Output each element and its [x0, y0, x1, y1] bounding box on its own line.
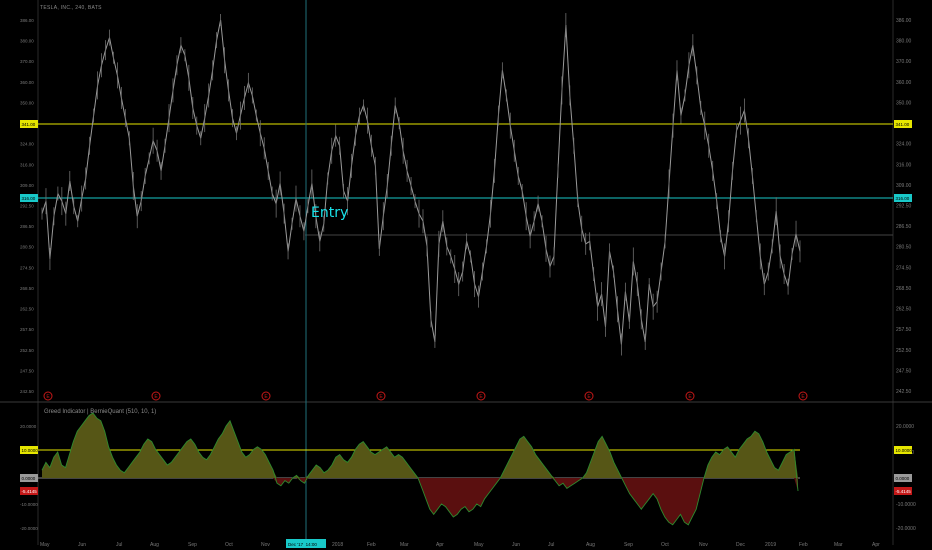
time-axis-tick: Dec	[736, 542, 745, 548]
time-axis-tick: Aug	[150, 542, 159, 548]
time-axis-tick: Apr	[436, 542, 444, 548]
time-axis-tick: Nov	[699, 542, 708, 548]
price-axis-tick-left: 268.50	[20, 286, 34, 291]
time-axis-tick: Mar	[834, 542, 843, 548]
fear-area	[42, 478, 798, 525]
indicator-value-tag-text: -5.4145	[22, 489, 38, 494]
indicator-axis-tick: -20.0000	[896, 526, 916, 532]
time-axis-tick: Feb	[799, 542, 808, 548]
price-axis-tick: 242.50	[896, 389, 912, 395]
indicator-value-tag-right-text: 10.0000	[896, 448, 913, 453]
price-axis-tick-left: 360.00	[20, 80, 34, 85]
time-axis-tick: Jun	[512, 542, 520, 548]
time-axis-tick: Oct	[661, 542, 669, 548]
time-axis-tick: Jul	[116, 542, 122, 548]
price-axis-tick-left: 292.50	[20, 204, 34, 209]
time-axis-tick: Feb	[367, 542, 376, 548]
time-axis-tick: May	[474, 542, 484, 548]
price-axis-tick-left: 242.50	[20, 389, 34, 394]
price-axis-tick-left: 252.50	[20, 348, 34, 353]
entry-annotation: Entry	[311, 205, 349, 221]
time-axis-tick: Sep	[624, 542, 633, 548]
indicator-axis-tick-left: -20.0000	[20, 526, 38, 531]
price-axis-tick-left: 257.50	[20, 327, 34, 332]
price-axis-tick: 360.00	[896, 80, 912, 86]
price-axis-tick: 280.50	[896, 245, 912, 251]
price-axis-tick: 350.00	[896, 100, 912, 106]
price-axis-tick-left: 274.50	[20, 265, 34, 270]
price-axis-tick: 252.50	[896, 348, 912, 354]
price-axis-tick: 257.50	[896, 327, 912, 333]
price-axis-tick-left: 247.50	[20, 368, 34, 373]
indicator-axis-tick-left: 20.0000	[20, 424, 37, 429]
greed-area	[42, 413, 798, 478]
indicator-value-tag-text: 0.0000	[22, 476, 36, 481]
time-axis-tick: Mar	[400, 542, 409, 548]
price-axis-tick: 262.50	[896, 307, 912, 313]
time-axis-tick: Aug	[586, 542, 595, 548]
time-axis-tick: Jun	[78, 542, 86, 548]
price-axis-tick-left: 286.50	[20, 224, 34, 229]
indicator-title: Greed Indicator | BernieQuant (510, 10, …	[44, 409, 157, 415]
price-axis-tick-left: 309.00	[20, 183, 34, 188]
price-axis-tick-left: 370.00	[20, 59, 34, 64]
price-axis-tick: 386.00	[896, 18, 912, 24]
price-axis-tick: 268.50	[896, 286, 912, 292]
indicator-value-tag-right-text: -5.4145	[896, 489, 912, 494]
price-axis-tick: 380.00	[896, 39, 912, 45]
indicator-value-tag-right-text: 0.0000	[896, 476, 910, 481]
indicator-axis-tick: -10.0000	[896, 502, 916, 508]
price-axis-tick-left: 316.00	[20, 162, 34, 167]
time-axis-tick: 2019	[765, 542, 776, 548]
time-axis-tick: May	[40, 542, 50, 548]
price-axis-tick-left: 262.50	[20, 307, 34, 312]
price-axis-tick-left: 380.00	[20, 39, 34, 44]
time-axis-tick: Nov	[261, 542, 270, 548]
price-axis-tick: 247.50	[896, 368, 912, 374]
price-level-tag-right-text: 316.00	[896, 196, 910, 201]
time-axis-tick: 2018	[332, 542, 343, 548]
price-axis-tick: 316.00	[896, 162, 912, 168]
price-axis-tick: 370.00	[896, 59, 912, 65]
price-axis-tick-left: 386.00	[20, 18, 34, 23]
price-level-tag-right-text: 341.00	[896, 122, 910, 127]
price-axis-tick: 286.50	[896, 224, 912, 230]
price-series-line[interactable]	[41, 19, 801, 345]
indicator-axis-tick-left: -10.0000	[20, 502, 38, 507]
crosshair-time-text: Dec '17 14:00	[288, 542, 317, 547]
price-axis-tick: 274.50	[896, 265, 912, 271]
time-axis-tick: Apr	[872, 542, 880, 548]
symbol-title: TESLA, INC., 240, BATS	[40, 5, 102, 11]
price-axis-tick: 292.50	[896, 204, 912, 210]
indicator-axis-tick: 20.0000	[896, 424, 914, 430]
price-level-tag-text: 316.00	[22, 196, 36, 201]
price-chart[interactable]: 386.00 386.00 380.00 380.00 370.00 370.00 360.…	[0, 0, 932, 550]
price-axis-tick: 309.00	[896, 183, 912, 189]
price-axis-tick: 324.00	[896, 142, 912, 148]
price-level-tag-text: 341.00	[22, 122, 36, 127]
indicator-value-tag-text: 10.0000	[22, 448, 39, 453]
price-axis-tick-left: 280.50	[20, 245, 34, 250]
price-axis-tick-left: 324.00	[20, 142, 34, 147]
time-axis-tick: Jul	[548, 542, 554, 548]
time-axis-tick: Oct	[225, 542, 233, 548]
price-axis-tick-left: 350.00	[20, 100, 34, 105]
time-axis-tick: Sep	[188, 542, 197, 548]
